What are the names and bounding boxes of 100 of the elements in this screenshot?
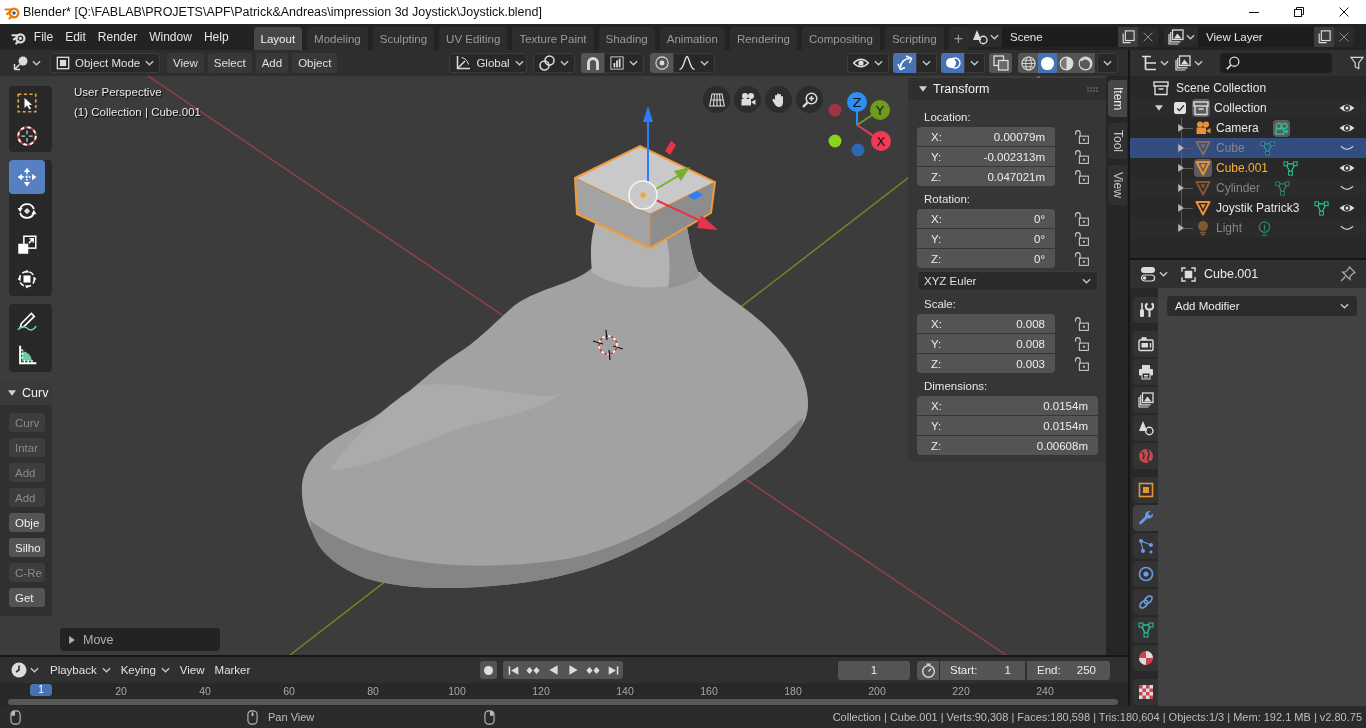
orientation-dropdown[interactable]: Global [449,53,528,73]
delete-button[interactable] [1334,27,1354,47]
header-menu[interactable]: Add [255,53,289,73]
axis-handle[interactable]: X [871,131,891,151]
number-field[interactable]: X: 0° [917,209,1055,228]
workspace-tab[interactable]: Layout [253,27,303,50]
start-frame-field[interactable]: Start: 1 [940,660,1025,680]
shading-mode-button[interactable] [1057,53,1076,73]
workspace-tab[interactable]: Animation [659,27,725,50]
preview-range-button[interactable] [917,660,939,680]
delete-button[interactable] [1138,27,1158,47]
end-frame-field[interactable]: End: 250 [1027,660,1110,680]
addon-button[interactable]: Get [9,588,45,607]
browse-button[interactable] [1164,27,1198,47]
header-menu[interactable]: Object [292,53,338,73]
number-field[interactable]: Z: 0.047021m [917,167,1055,186]
addon-button[interactable]: Silho [9,538,45,557]
scrollbar[interactable] [8,699,1118,705]
workspace-tab[interactable]: Texture Paint [512,27,594,50]
header-menu[interactable]: View [167,53,204,73]
proportional-toggle[interactable] [650,53,674,73]
outliner-row[interactable]: Scene Collection [1130,78,1366,98]
menu-item[interactable]: Window [143,27,198,47]
properties-tab[interactable] [1133,679,1158,705]
workspace-tab[interactable]: Sculpting [372,27,435,50]
timeline-dropdown[interactable]: Playback [45,660,116,680]
gizmo-toggle[interactable] [893,53,916,73]
axis-dot[interactable] [851,143,865,157]
name-field[interactable]: View Layer [1198,27,1314,47]
workspace-tab[interactable]: UV Editing [439,27,508,50]
shading-mode-button[interactable] [1018,53,1038,73]
workspace-tab[interactable]: Compositing [802,27,880,50]
axis-dot[interactable] [828,134,842,148]
visibility-dropdown[interactable] [847,53,889,73]
number-field[interactable]: Y: 0.008 [917,334,1055,353]
options-dropdown[interactable] [916,53,937,73]
number-field[interactable]: Y: -0.002313m [917,147,1055,166]
pivot-dropdown[interactable] [533,53,576,73]
add-workspace-tab[interactable]: + [948,27,968,50]
menu-item[interactable]: Help [197,27,235,47]
properties-tab[interactable] [1133,477,1158,503]
number-field[interactable]: Z: 0° [917,249,1055,268]
properties-tab[interactable] [1133,331,1158,357]
duplicate-button[interactable] [1314,27,1334,47]
menu-item[interactable]: Render [91,27,144,47]
shading-mode-button[interactable] [1038,53,1057,73]
properties-tab[interactable] [1133,589,1158,615]
axis-dot[interactable] [828,103,842,117]
plane-handle[interactable] [665,141,676,155]
properties-tab[interactable] [1133,645,1158,671]
name-field[interactable]: Scene [1002,27,1118,47]
shading-mode-button[interactable] [1076,53,1095,73]
playhead[interactable]: 1 [30,684,52,696]
x-axis-arrow[interactable] [655,199,718,230]
sidebar-tab[interactable]: View [1108,165,1127,206]
number-field[interactable]: X: 0.008 [917,314,1055,333]
snap-toggle[interactable] [581,53,605,73]
timeline-dropdown[interactable]: Keying [115,660,175,680]
workspace-tab[interactable]: Scripting [884,27,944,50]
header-menu[interactable]: Select [207,53,252,73]
auto-keying-button[interactable] [480,661,498,679]
axis-handle[interactable]: Z [847,92,867,112]
timeline-menu[interactable]: View [174,660,210,680]
properties-tab[interactable] [1133,533,1158,559]
filter-button[interactable] [1350,56,1364,70]
properties-tab[interactable] [1133,561,1158,587]
add-modifier-dropdown[interactable]: Add Modifier [1167,296,1357,316]
addon-button[interactable]: Obje [9,513,45,532]
panel-header[interactable]: Curv [0,381,52,405]
duplicate-button[interactable] [1118,27,1138,47]
z-axis-arrow[interactable] [643,106,653,183]
properties-tab[interactable] [1133,297,1158,323]
sidebar-tab[interactable]: Tool [1108,123,1127,160]
mode-dropdown[interactable]: Object Mode [50,53,160,73]
properties-tab[interactable] [1133,617,1158,643]
falloff-dropdown[interactable] [673,53,716,73]
workspace-tab[interactable]: Modeling [307,27,368,50]
panel-header[interactable]: Transform [908,78,1106,100]
number-field[interactable]: Y: 0° [917,229,1055,248]
operator-panel-header[interactable]: Move [60,628,220,651]
plane-handle[interactable] [688,191,703,200]
menu-item[interactable]: Edit [59,27,92,47]
search-field[interactable] [1220,53,1332,73]
workspace-tab[interactable]: Shading [598,27,655,50]
workspace-tab[interactable]: Rendering [729,27,797,50]
timeline-menu[interactable]: Marker [209,660,256,680]
axis-handle[interactable]: Y [870,100,890,120]
number-field[interactable]: Z: 0.003 [917,354,1055,373]
xray-toggle[interactable] [989,53,1012,73]
selected-cube[interactable] [573,144,717,250]
pin-button[interactable] [1340,266,1356,282]
current-frame-field[interactable]: 1 [838,660,910,680]
browse-button[interactable] [968,27,1002,47]
rotation-mode-dropdown[interactable]: XYZ Euler [917,271,1098,291]
checkbox[interactable] [1174,102,1186,114]
number-field[interactable]: Z: 0.00608m [917,436,1098,455]
sidebar-tab[interactable]: Item [1108,80,1127,118]
properties-tab[interactable] [1133,387,1158,413]
snap-target-dropdown[interactable] [604,53,645,73]
menu-item[interactable]: File [27,27,60,47]
